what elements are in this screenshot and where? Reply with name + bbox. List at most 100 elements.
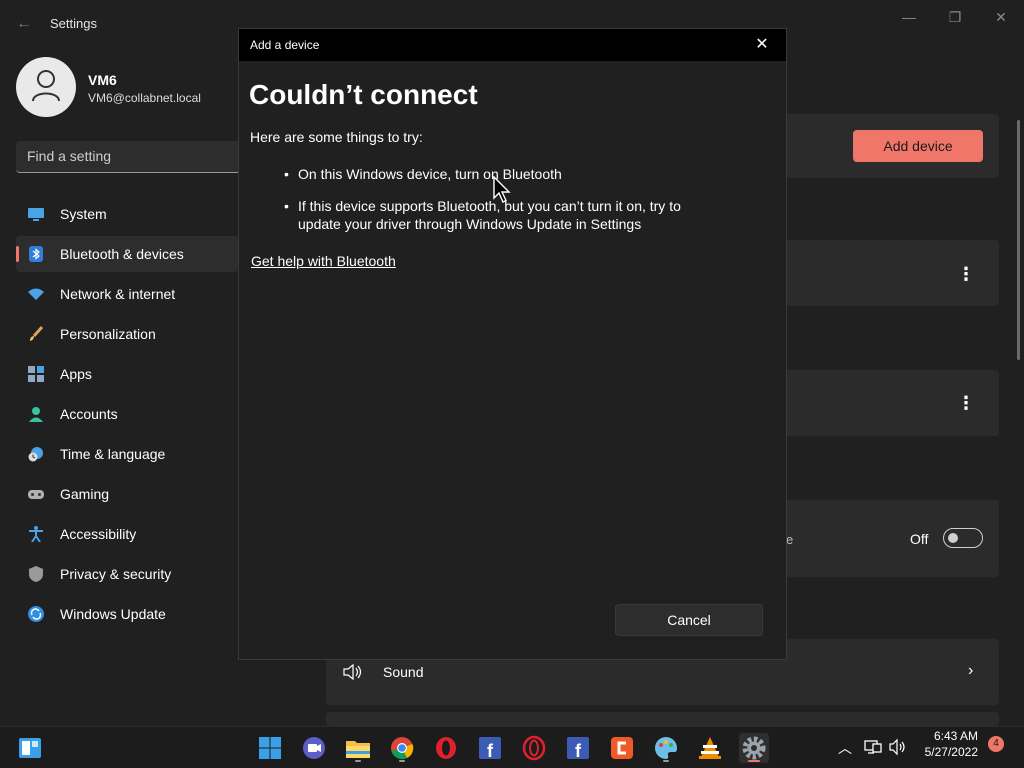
clock-time[interactable]: 6:43 AM xyxy=(928,729,978,743)
toggle-switch[interactable] xyxy=(943,528,983,548)
add-device-dialog: Add a device ✕ Couldn’t connect Here are… xyxy=(238,28,787,660)
user-icon xyxy=(32,70,60,102)
app-c-button[interactable] xyxy=(607,733,637,763)
facebook-icon: f xyxy=(567,737,589,761)
dialog-intro: Here are some things to try: xyxy=(250,129,423,145)
active-indicator xyxy=(748,760,760,762)
palette-icon xyxy=(655,737,677,759)
vlc-button[interactable] xyxy=(695,733,725,763)
sidebar-item-accounts[interactable]: Accounts xyxy=(16,396,238,432)
sidebar-item-label: Gaming xyxy=(60,486,110,502)
sidebar-item-label: Personalization xyxy=(60,326,156,342)
accessibility-icon xyxy=(29,526,43,542)
file-explorer-button[interactable] xyxy=(343,733,373,763)
sidebar-item-apps[interactable]: Apps xyxy=(16,356,238,392)
search-input[interactable]: Find a setting xyxy=(16,141,256,173)
back-button[interactable]: ← xyxy=(12,12,36,36)
facebook-app-button[interactable]: f xyxy=(563,733,593,763)
sidebar-item-privacy-security[interactable]: Privacy & security xyxy=(16,556,238,592)
shield-icon xyxy=(29,566,43,582)
sidebar-item-accessibility[interactable]: Accessibility xyxy=(16,516,238,552)
gamepad-icon xyxy=(28,490,44,499)
opera-button[interactable] xyxy=(431,733,461,763)
more-options-icon[interactable]: ⋮ xyxy=(957,394,975,412)
app-title: Settings xyxy=(50,16,97,31)
sidebar-nav: System Bluetooth & devices Network & int… xyxy=(16,196,238,636)
sidebar-item-label: System xyxy=(60,206,107,222)
svg-text:f: f xyxy=(575,741,582,761)
apps-icon xyxy=(28,366,44,382)
bluetooth-icon xyxy=(29,246,43,262)
paint-button[interactable] xyxy=(651,733,681,763)
setting-label-fragment: e xyxy=(786,532,794,547)
start-button[interactable] xyxy=(255,733,285,763)
sidebar-item-label: Windows Update xyxy=(60,606,166,622)
chrome-button[interactable] xyxy=(387,733,417,763)
user-name: VM6 xyxy=(88,72,117,88)
more-options-icon[interactable]: ⋮ xyxy=(957,265,975,283)
dialog-heading: Couldn’t connect xyxy=(249,79,478,110)
vlc-icon xyxy=(699,737,721,759)
running-indicator xyxy=(663,760,669,762)
sidebar-item-label: Bluetooth & devices xyxy=(60,246,184,262)
sidebar-item-network[interactable]: Network & internet xyxy=(16,276,238,312)
running-indicator xyxy=(355,760,361,762)
sidebar-item-windows-update[interactable]: Windows Update xyxy=(16,596,238,632)
chat-button[interactable] xyxy=(299,733,329,763)
network-icon[interactable] xyxy=(864,738,882,756)
widgets-button[interactable] xyxy=(15,733,45,763)
sidebar-item-time-language[interactable]: Time & language xyxy=(16,436,238,472)
cancel-button[interactable]: Cancel xyxy=(615,604,763,636)
sidebar-item-label: Apps xyxy=(60,366,92,382)
windows-logo-icon xyxy=(259,737,281,759)
avatar[interactable] xyxy=(16,57,76,117)
volume-icon[interactable] xyxy=(889,738,907,756)
folder-icon xyxy=(346,741,370,758)
close-button[interactable]: ✕ xyxy=(979,6,1023,28)
running-indicator xyxy=(399,760,405,762)
help-link[interactable]: Get help with Bluetooth xyxy=(251,253,396,269)
opera-gx-button[interactable] xyxy=(519,733,549,763)
mouse-cursor-icon xyxy=(493,176,511,203)
sidebar-item-label: Accounts xyxy=(60,406,118,422)
facebook-button[interactable]: f xyxy=(475,733,505,763)
sidebar-item-bluetooth[interactable]: Bluetooth & devices xyxy=(16,236,238,272)
sound-label: Sound xyxy=(383,664,424,680)
clock-globe-icon xyxy=(28,447,43,462)
svg-text:f: f xyxy=(487,741,494,761)
sidebar-item-system[interactable]: System xyxy=(16,196,238,232)
sidebar-item-label: Privacy & security xyxy=(60,566,172,582)
opera-gx-icon xyxy=(522,735,546,761)
add-device-button[interactable]: Add device xyxy=(853,130,983,162)
dialog-close-button[interactable]: ✕ xyxy=(746,33,778,57)
maximize-button[interactable]: ❐ xyxy=(933,6,977,28)
teams-chat-icon xyxy=(303,737,325,759)
brush-icon xyxy=(30,326,44,341)
clock-date[interactable]: 5/27/2022 xyxy=(918,745,978,759)
dialog-title-bar: Add a device ✕ xyxy=(239,29,786,61)
speaker-icon xyxy=(343,663,362,681)
scrollbar[interactable] xyxy=(1017,120,1020,360)
sidebar-item-label: Time & language xyxy=(60,446,166,462)
wifi-icon xyxy=(28,288,44,300)
account-icon xyxy=(29,407,43,422)
chevron-up-icon[interactable]: ︿ xyxy=(838,738,852,758)
toggle-knob xyxy=(948,533,958,543)
sidebar-item-label: Network & internet xyxy=(60,286,176,302)
taskbar: f f ︿ xyxy=(0,726,1024,768)
next-card xyxy=(326,712,999,726)
notification-badge[interactable]: 4 xyxy=(988,736,1004,752)
user-email: VM6@collabnet.local xyxy=(88,91,201,105)
chrome-icon xyxy=(391,737,414,760)
minimize-button[interactable]: — xyxy=(887,6,931,28)
update-icon xyxy=(28,606,44,622)
sidebar-item-gaming[interactable]: Gaming xyxy=(16,476,238,512)
sidebar-item-personalization[interactable]: Personalization xyxy=(16,316,238,352)
settings-taskbar-button[interactable] xyxy=(739,733,769,763)
system-icon xyxy=(28,208,44,221)
toggle-state-label: Off xyxy=(910,531,929,547)
facebook-icon: f xyxy=(479,737,501,761)
opera-icon xyxy=(436,737,456,759)
gear-icon xyxy=(742,736,766,760)
chevron-right-icon: › xyxy=(968,662,974,679)
